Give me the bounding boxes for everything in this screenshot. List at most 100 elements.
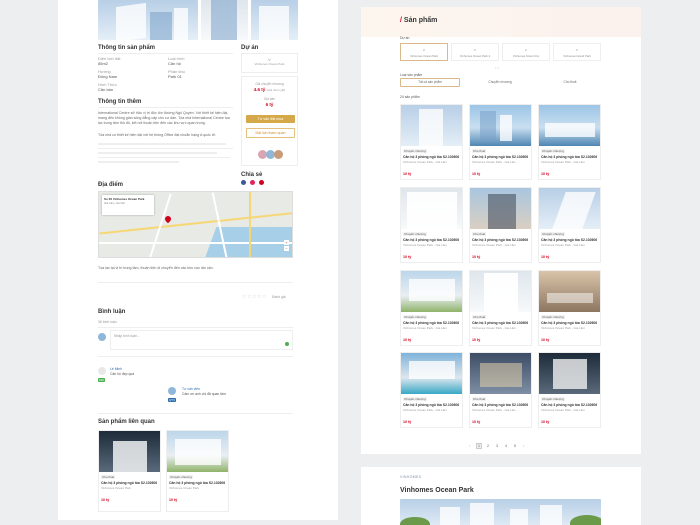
price-box: Giá chuyển nhượng 4.6 tỷ (Giá niêm yết) … [241, 76, 298, 166]
product-price: 10 tỷ [541, 172, 550, 176]
email-icon[interactable] [259, 180, 264, 185]
product-price: 10 tỷ [403, 255, 412, 259]
rating-stars[interactable]: ☆☆☆☆☆ [242, 294, 267, 300]
project-title: Dự án [241, 45, 259, 51]
info-value-area: 85m2 [98, 61, 109, 66]
project-filter-name-4: Vinhomes Grand Park [563, 54, 591, 58]
product-photo [470, 353, 531, 394]
ref-price: 4.6 tỷ [253, 87, 266, 92]
comment-input[interactable]: Nhập bình luận... [110, 330, 293, 350]
product-detail-panel: Thông tin sản phẩm Diện tích đất 85m2 Lo… [58, 0, 338, 520]
heading-text: Sản phẩm [403, 17, 438, 24]
product-badge: Chuyển nhượng [403, 232, 427, 236]
product-title: Căn hộ 3 phòng ngủ tòa S2.102606 [472, 321, 529, 325]
product-card-2[interactable]: Cho thuê Căn hộ 3 phòng ngủ tòa S2.102606… [469, 104, 532, 180]
product-photo [401, 353, 462, 394]
product-card-7[interactable]: Chuyển nhượng Căn hộ 3 phòng ngủ tòa S2.1… [400, 270, 463, 346]
rating-label: Đánh giá [272, 295, 286, 299]
product-card-6[interactable]: Chuyển nhượng Căn hộ 3 phòng ngủ tòa S2.1… [538, 187, 601, 263]
project-logo-2: V [473, 48, 477, 52]
agent-avatar-3[interactable] [274, 150, 283, 159]
messenger-icon[interactable] [250, 180, 255, 185]
visit-button[interactable]: Đặt lịch tham quan [246, 128, 295, 138]
product-badge: Chuyển nhượng [403, 397, 427, 401]
product-subtitle: Vinhomes Ocean Park - Gia Lâm [403, 160, 447, 164]
type-rent[interactable]: Cho thuê [540, 78, 600, 87]
product-subtitle: Vinhomes Ocean Park - Gia Lâm [541, 326, 585, 330]
project-preview-photo[interactable] [400, 499, 601, 525]
project-logo-3: V [524, 48, 528, 52]
page-3[interactable]: 3 [494, 443, 500, 449]
gallery-main-photo[interactable] [98, 0, 198, 40]
type-transfer[interactable]: Chuyển nhượng [470, 78, 530, 87]
project-filter-name-2: Vinhomes Ocean Park 2 [459, 54, 491, 58]
product-badge: Cho thuê [472, 397, 487, 401]
project-filter-4[interactable]: V Vinhomes Grand Park [553, 43, 601, 61]
product-card-9[interactable]: Chuyển nhượng Căn hộ 3 phòng ngủ tòa S2.1… [538, 270, 601, 346]
comment-avatar-2 [168, 387, 176, 395]
project-filter-label: Dự án [400, 36, 410, 40]
zoom-out-icon[interactable]: − [284, 246, 289, 251]
related-badge-2: Chuyển nhượng [169, 475, 193, 479]
comment-tag-2: QTV [168, 398, 177, 402]
detail-lines [98, 143, 233, 163]
product-list-panel: / Sản phẩm Dự án V Vinhomes Ocean Park V… [361, 7, 641, 454]
comment-avatar-1 [98, 367, 106, 375]
zoom-in-icon[interactable]: + [284, 240, 289, 245]
next-page-icon[interactable]: › [523, 443, 524, 448]
project-card[interactable]: V Vinhomes Ocean Park [241, 53, 298, 73]
product-card-3[interactable]: Chuyển nhượng Căn hộ 3 phòng ngủ tòa S2.1… [538, 104, 601, 180]
related-card-2[interactable]: Chuyển nhượng Căn hộ 3 phòng ngủ tòa S2.… [166, 430, 229, 512]
gallery-thumb-1[interactable] [201, 0, 248, 40]
gallery-thumb-2[interactable] [251, 0, 298, 40]
location-title: Địa điểm [98, 182, 124, 188]
comment-placeholder: Nhập bình luận... [114, 334, 140, 338]
comment-text-2: Cảm ơn anh chị đã quan tâm [182, 392, 226, 396]
project-filter-1[interactable]: V Vinhomes Ocean Park [400, 43, 448, 61]
related-photo-2 [167, 431, 228, 472]
product-price: 10 tỷ [472, 172, 481, 176]
project-filter-2[interactable]: V Vinhomes Ocean Park 2 [451, 43, 499, 61]
product-subtitle: Vinhomes Ocean Park - Gia Lâm [403, 243, 447, 247]
product-card-8[interactable]: Cho thuê Căn hộ 3 phòng ngủ tòa S2.102606… [469, 270, 532, 346]
location-map[interactable]: Số 36 Vinhomes Ocean Park Gia Lâm, Hà Nộ… [98, 191, 293, 258]
comment-title: Bình luận [98, 309, 126, 315]
product-card-12[interactable]: Chuyển nhượng Căn hộ 3 phòng ngủ tòa S2.1… [538, 352, 601, 428]
product-title: Căn hộ 3 phòng ngủ tòa S2.102606 [541, 238, 598, 242]
project-logo-4: V [575, 48, 579, 52]
info-title: Thông tin sản phẩm [98, 45, 155, 51]
product-subtitle: Vinhomes Ocean Park - Gia Lâm [472, 243, 516, 247]
page-4[interactable]: 4 [503, 443, 509, 449]
product-card-1[interactable]: Chuyển nhượng Căn hộ 3 phòng ngủ tòa S2.1… [400, 104, 463, 180]
related-price-1: 10 tỷ [101, 498, 110, 502]
product-photo [539, 105, 600, 146]
project-filter-name-1: Vinhomes Ocean Park [410, 54, 438, 58]
product-subtitle: Vinhomes Ocean Park - Gia Lâm [472, 408, 516, 412]
page-5[interactable]: 5 [512, 443, 518, 449]
related-card-1[interactable]: Cho thuê Căn hộ 3 phòng ngủ tòa S2.10260… [98, 430, 161, 512]
project-filter-3[interactable]: V Vinhomes Smart City [502, 43, 550, 61]
product-price: 10 tỷ [403, 338, 412, 342]
page-1[interactable]: 1 [476, 443, 482, 449]
type-all[interactable]: Tất cả sản phẩm [400, 78, 460, 87]
carousel-dots[interactable]: • • [495, 65, 499, 70]
comment-tag-1: Mới [98, 378, 106, 382]
map-pin-icon[interactable] [163, 214, 173, 224]
product-badge: Chuyển nhượng [541, 149, 565, 153]
related-price-2: 10 tỷ [169, 498, 178, 502]
page-2[interactable]: 2 [485, 443, 491, 449]
product-card-10[interactable]: Chuyển nhượng Căn hộ 3 phòng ngủ tòa S2.1… [400, 352, 463, 428]
send-icon[interactable] [285, 342, 289, 346]
book-button[interactable]: Tư vấn đặt mua [246, 115, 295, 123]
product-subtitle: Vinhomes Ocean Park - Gia Lâm [472, 160, 516, 164]
product-photo [401, 105, 462, 146]
prev-page-icon[interactable]: ‹ [469, 443, 470, 448]
product-card-11[interactable]: Cho thuê Căn hộ 3 phòng ngủ tòa S2.102606… [469, 352, 532, 428]
product-card-5[interactable]: Cho thuê Căn hộ 3 phòng ngủ tòa S2.102606… [469, 187, 532, 263]
product-card-4[interactable]: Chuyển nhượng Căn hộ 3 phòng ngủ tòa S2.1… [400, 187, 463, 263]
product-subtitle: Vinhomes Ocean Park - Gia Lâm [403, 408, 447, 412]
product-subtitle: Vinhomes Ocean Park - Gia Lâm [541, 243, 585, 247]
project-preview-title: Vinhomes Ocean Park [400, 487, 474, 494]
project-preview-panel: VINHOMES Vinhomes Ocean Park [361, 467, 641, 525]
facebook-icon[interactable] [241, 180, 246, 185]
